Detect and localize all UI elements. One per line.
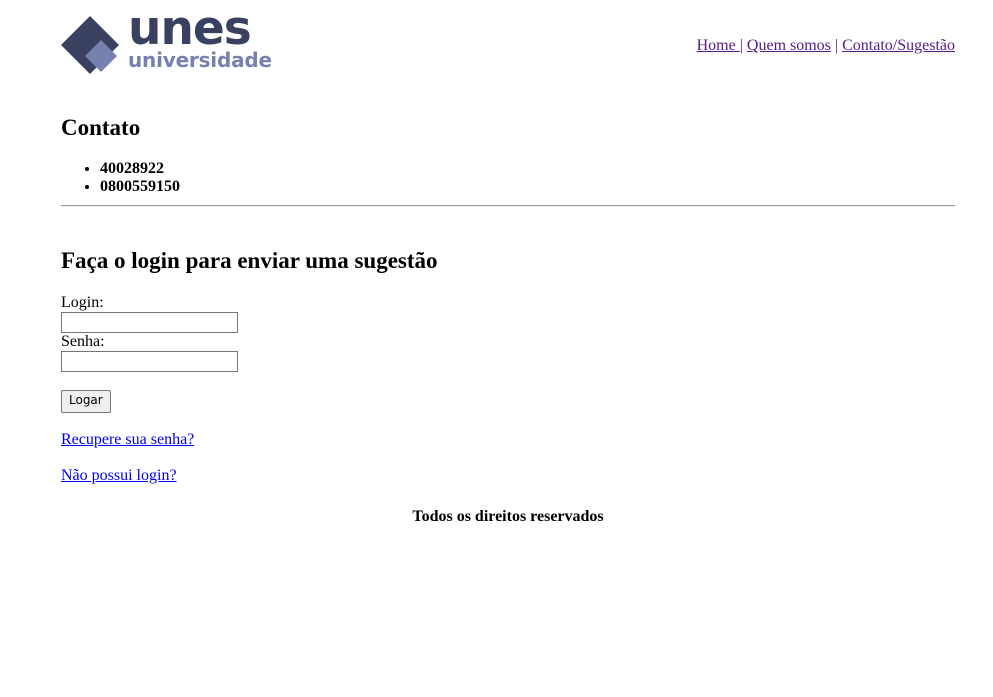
login-title: Faça o login para enviar uma sugestão bbox=[61, 248, 438, 273]
contato-title: Contato bbox=[61, 115, 141, 140]
nav-separator: | bbox=[834, 37, 839, 54]
header: unes universidade Home | Quem somos | Co… bbox=[61, 5, 955, 76]
contato-section: Contato 40028922 0800559150 bbox=[61, 114, 955, 196]
top-nav: Home | Quem somos | Contato/Sugestão bbox=[697, 37, 955, 55]
logo-diamond-icon bbox=[61, 16, 119, 74]
login-section: Faça o login para enviar uma sugestão Lo… bbox=[61, 247, 955, 484]
page: unes universidade Home | Quem somos | Co… bbox=[0, 0, 993, 697]
phone-item: 40028922 bbox=[100, 160, 955, 178]
signup-link[interactable]: Não possui login? bbox=[61, 467, 238, 485]
recover-password-link[interactable]: Recupere sua senha? bbox=[61, 431, 238, 449]
login-form: Login: Senha: Logar Recupere sua senha? … bbox=[61, 294, 238, 485]
login-label: Login: bbox=[61, 294, 104, 311]
nav-link-contato[interactable]: Contato/Sugestão bbox=[842, 37, 955, 54]
password-input[interactable] bbox=[61, 351, 238, 372]
nav-link-home[interactable]: Home bbox=[697, 37, 740, 54]
logo-wordmark: unes bbox=[128, 1, 252, 56]
phone-item: 0800559150 bbox=[100, 178, 955, 196]
login-submit-button[interactable]: Logar bbox=[61, 390, 111, 413]
password-label: Senha: bbox=[61, 333, 105, 350]
section-divider bbox=[61, 205, 955, 207]
logo-subtitle: universidade bbox=[128, 48, 272, 72]
unes-logo[interactable]: unes universidade bbox=[61, 5, 277, 76]
footer-text: Todos os direitos reservados bbox=[412, 508, 604, 525]
login-input[interactable] bbox=[61, 312, 238, 333]
nav-separator: | bbox=[739, 37, 743, 54]
nav-link-quem-somos[interactable]: Quem somos bbox=[747, 37, 831, 54]
phone-list: 40028922 0800559150 bbox=[61, 160, 955, 196]
